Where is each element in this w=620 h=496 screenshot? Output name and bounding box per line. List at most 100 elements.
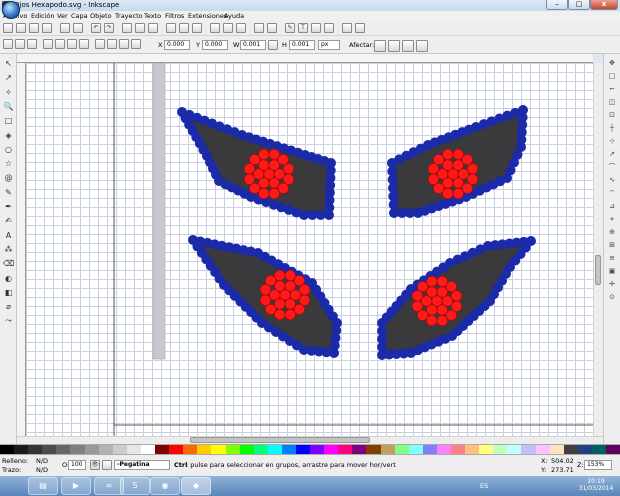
color-swatch[interactable]	[211, 445, 226, 454]
snap-toggle-icon[interactable]: ⌒	[607, 162, 617, 172]
select-all-layers-icon[interactable]	[15, 39, 25, 49]
zoom-page-icon[interactable]	[192, 23, 202, 33]
color-swatch[interactable]	[42, 445, 57, 454]
spray-tool-icon[interactable]: ⁂	[3, 244, 14, 255]
lock-proportions-icon[interactable]	[268, 40, 278, 50]
snap-toggle-icon[interactable]: ◫	[607, 97, 617, 107]
color-swatch[interactable]	[606, 445, 620, 454]
zoom-field[interactable]: 153%	[584, 460, 612, 470]
color-swatch[interactable]	[70, 445, 85, 454]
deselect-icon[interactable]	[27, 39, 37, 49]
color-swatch[interactable]	[155, 445, 170, 454]
snap-toggle-icon[interactable]: ✥	[607, 58, 617, 68]
start-button[interactable]	[2, 1, 20, 19]
skype-taskbar-icon[interactable]: S	[120, 477, 150, 495]
color-swatch[interactable]	[521, 445, 536, 454]
rect-tool-icon[interactable]: □	[3, 115, 14, 126]
align-distribute-icon[interactable]	[324, 23, 334, 33]
print-icon[interactable]	[42, 23, 52, 33]
color-swatch[interactable]	[140, 445, 156, 454]
menu-extensiones[interactable]: Extensiones	[188, 12, 227, 20]
horizontal-scroll-thumb[interactable]	[190, 437, 370, 443]
color-swatch[interactable]	[507, 445, 522, 454]
horizontal-ruler[interactable]	[17, 54, 593, 63]
unit-select[interactable]: px	[318, 40, 340, 50]
fill-value[interactable]: N/D	[36, 457, 48, 465]
calligraphy-tool-icon[interactable]: ✍	[3, 215, 14, 226]
spiral-tool-icon[interactable]: @	[3, 172, 14, 183]
vertical-ruler[interactable]	[17, 63, 26, 436]
snap-toggle-icon[interactable]: ⋄	[607, 214, 617, 224]
drawing-canvas[interactable]	[26, 63, 593, 436]
eye-top-right[interactable]	[387, 105, 528, 218]
open-file-icon[interactable]	[16, 23, 26, 33]
snap-toggle-icon[interactable]: □	[607, 71, 617, 81]
maximize-button[interactable]: □	[568, 0, 590, 10]
color-swatch[interactable]	[253, 445, 268, 454]
pen-tool-icon[interactable]: ✒	[3, 201, 14, 212]
raise-icon[interactable]	[107, 39, 117, 49]
color-swatch[interactable]	[436, 445, 451, 454]
node-tool-icon[interactable]: ↗	[3, 72, 14, 83]
3dbox-tool-icon[interactable]: ◈	[3, 130, 14, 141]
scale-stroke-icon[interactable]	[374, 40, 386, 52]
ungroup-icon[interactable]	[267, 23, 277, 33]
layer-select[interactable]: -Pegatina	[114, 460, 170, 470]
text-font-icon[interactable]: T	[298, 23, 308, 33]
clone-icon[interactable]	[223, 23, 233, 33]
color-swatch[interactable]	[577, 445, 592, 454]
document-properties-icon[interactable]	[355, 23, 365, 33]
snap-toggle-icon[interactable]: ⌐	[607, 84, 617, 94]
color-swatch[interactable]	[408, 445, 423, 454]
vertical-scroll-thumb[interactable]	[595, 255, 601, 285]
undo-icon[interactable]: ↶	[91, 23, 101, 33]
menu-trayecto[interactable]: Trayecto	[115, 12, 143, 20]
menu-texto[interactable]: Texto	[144, 12, 161, 20]
flip-vertical-icon[interactable]	[79, 39, 89, 49]
inkscape-taskbar-icon[interactable]: ◆	[181, 477, 211, 495]
move-patterns-icon[interactable]	[416, 40, 428, 52]
color-swatch[interactable]	[0, 445, 15, 454]
color-swatch[interactable]	[197, 445, 212, 454]
color-swatch[interactable]	[394, 445, 409, 454]
menu-filtros[interactable]: Filtros	[165, 12, 184, 20]
height-field[interactable]: 0.001	[289, 40, 315, 50]
text-tool-icon[interactable]: A	[3, 230, 14, 241]
flip-horizontal-icon[interactable]	[67, 39, 77, 49]
duplicate-icon[interactable]	[210, 23, 220, 33]
x-field[interactable]: 0.000	[164, 40, 190, 50]
menu-objeto[interactable]: Objeto	[90, 12, 112, 20]
eye-bottom-right[interactable]	[377, 236, 536, 360]
color-swatch[interactable]	[352, 445, 367, 454]
close-button[interactable]: x	[590, 0, 618, 10]
xml-editor-icon[interactable]	[311, 23, 321, 33]
rotate-ccw-icon[interactable]	[43, 39, 53, 49]
snap-toggle-icon[interactable]: ∿	[607, 175, 617, 185]
color-swatch[interactable]	[56, 445, 71, 454]
color-swatch[interactable]	[465, 445, 480, 454]
color-swatch[interactable]	[563, 445, 578, 454]
tweak-tool-icon[interactable]: ✧	[3, 87, 14, 98]
menu-ver[interactable]: Ver	[57, 12, 68, 20]
color-swatch[interactable]	[380, 445, 395, 454]
color-swatch[interactable]	[98, 445, 113, 454]
eye-top-left[interactable]	[177, 107, 336, 220]
color-swatch[interactable]	[225, 445, 240, 454]
color-swatch[interactable]	[84, 445, 99, 454]
snap-toggle-icon[interactable]: ⊞	[607, 240, 617, 250]
snap-toggle-icon[interactable]: ≡	[607, 253, 617, 263]
select-all-icon[interactable]	[3, 39, 13, 49]
color-swatch[interactable]	[324, 445, 339, 454]
selector-tool-icon[interactable]: ↖	[3, 58, 14, 69]
color-swatch[interactable]	[183, 445, 198, 454]
snap-toggle-icon[interactable]: ✛	[607, 279, 617, 289]
color-swatch[interactable]	[267, 445, 282, 454]
y-field[interactable]: 0.000	[202, 40, 228, 50]
zoom-drawing-icon[interactable]	[179, 23, 189, 33]
dropper-tool-icon[interactable]: ⌀	[3, 301, 14, 312]
cut-icon[interactable]	[135, 23, 145, 33]
color-swatch[interactable]	[422, 445, 437, 454]
menu-edicion[interactable]: Edición	[31, 12, 55, 20]
eraser-tool-icon[interactable]: ⌫	[3, 258, 14, 269]
vertical-scrollbar[interactable]	[593, 63, 603, 436]
